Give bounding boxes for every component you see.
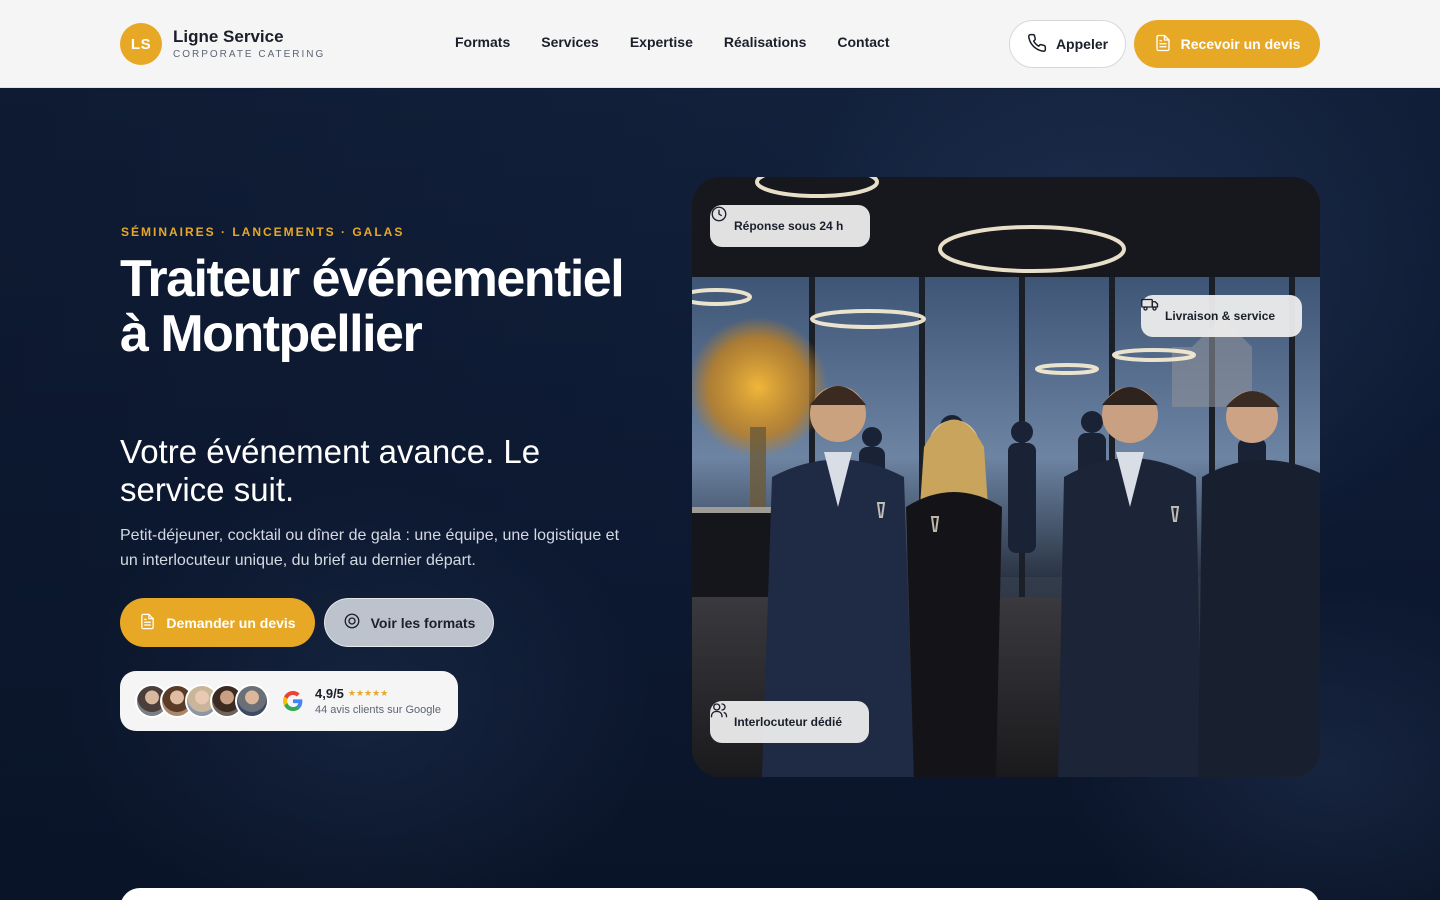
main-nav: Formats Services Expertise Réalisations … bbox=[455, 34, 890, 50]
target-icon bbox=[343, 612, 361, 633]
site-header: LS Ligne Service CORPORATE CATERING Form… bbox=[0, 0, 1440, 88]
reviewer-avatars bbox=[135, 684, 269, 718]
brand-name: Ligne Service bbox=[173, 26, 284, 46]
rating-score: 4,9/5 bbox=[315, 686, 344, 701]
nav-link-services[interactable]: Services bbox=[541, 34, 599, 50]
document-icon bbox=[139, 613, 156, 633]
dedicated-contact-label: Interlocuteur dédié bbox=[734, 715, 843, 729]
response-time-chip: Réponse sous 24 h bbox=[710, 205, 870, 247]
document-icon bbox=[1154, 34, 1172, 55]
nav-link-contact[interactable]: Contact bbox=[837, 34, 889, 50]
logo[interactable]: LS Ligne Service CORPORATE CATERING bbox=[120, 23, 325, 65]
hero-eyebrow: SÉMINAIRES · LANCEMENTS · GALAS bbox=[121, 225, 405, 239]
hero-title: Traiteur événementiel à Montpellier bbox=[120, 250, 625, 363]
quote-button-label: Recevoir un devis bbox=[1180, 36, 1301, 52]
quote-button[interactable]: Recevoir un devis bbox=[1134, 20, 1320, 68]
nav-link-realisations[interactable]: Réalisations bbox=[724, 34, 806, 50]
review-count: 44 avis clients sur Google bbox=[315, 704, 441, 716]
avatar bbox=[235, 684, 269, 718]
rating-block: 4,9/5 ★★★★★ 44 avis clients sur Google bbox=[315, 686, 441, 716]
request-quote-button[interactable]: Demander un devis bbox=[120, 598, 315, 647]
call-button[interactable]: Appeler bbox=[1009, 20, 1126, 68]
view-formats-button[interactable]: Voir les formats bbox=[324, 598, 494, 647]
logo-text: Ligne Service CORPORATE CATERING bbox=[173, 27, 325, 62]
hero-description: Petit-déjeuner, cocktail ou dîner de gal… bbox=[120, 527, 620, 569]
nav-link-expertise[interactable]: Expertise bbox=[630, 34, 693, 50]
view-formats-label: Voir les formats bbox=[370, 614, 476, 631]
call-button-label: Appeler bbox=[1055, 36, 1109, 52]
delivery-chip: Livraison & service bbox=[1141, 295, 1302, 337]
hero-section: SÉMINAIRES · LANCEMENTS · GALAS Traiteur… bbox=[0, 89, 1440, 900]
request-quote-label: Demander un devis bbox=[166, 614, 296, 631]
event-photo: Réponse sous 24 h Livraison & service In… bbox=[692, 177, 1320, 777]
google-icon bbox=[283, 691, 303, 711]
event-scene-illustration bbox=[692, 177, 1320, 777]
logo-badge: LS bbox=[120, 23, 162, 65]
phone-icon bbox=[1027, 33, 1047, 56]
brand-tagline: CORPORATE CATERING bbox=[173, 48, 326, 60]
response-time-label: Réponse sous 24 h bbox=[734, 219, 844, 233]
nav-link-formats[interactable]: Formats bbox=[455, 34, 510, 50]
google-reviews-badge[interactable]: 4,9/5 ★★★★★ 44 avis clients sur Google bbox=[120, 671, 458, 731]
next-section-card bbox=[120, 888, 1320, 900]
dedicated-contact-chip: Interlocuteur dédié bbox=[710, 701, 869, 743]
hero-subtitle: Votre événement avance. Le service suit. bbox=[120, 433, 541, 508]
rating-stars: ★★★★★ bbox=[347, 688, 389, 698]
delivery-label: Livraison & service bbox=[1165, 309, 1276, 323]
rating-line: 4,9/5 ★★★★★ bbox=[315, 686, 441, 701]
